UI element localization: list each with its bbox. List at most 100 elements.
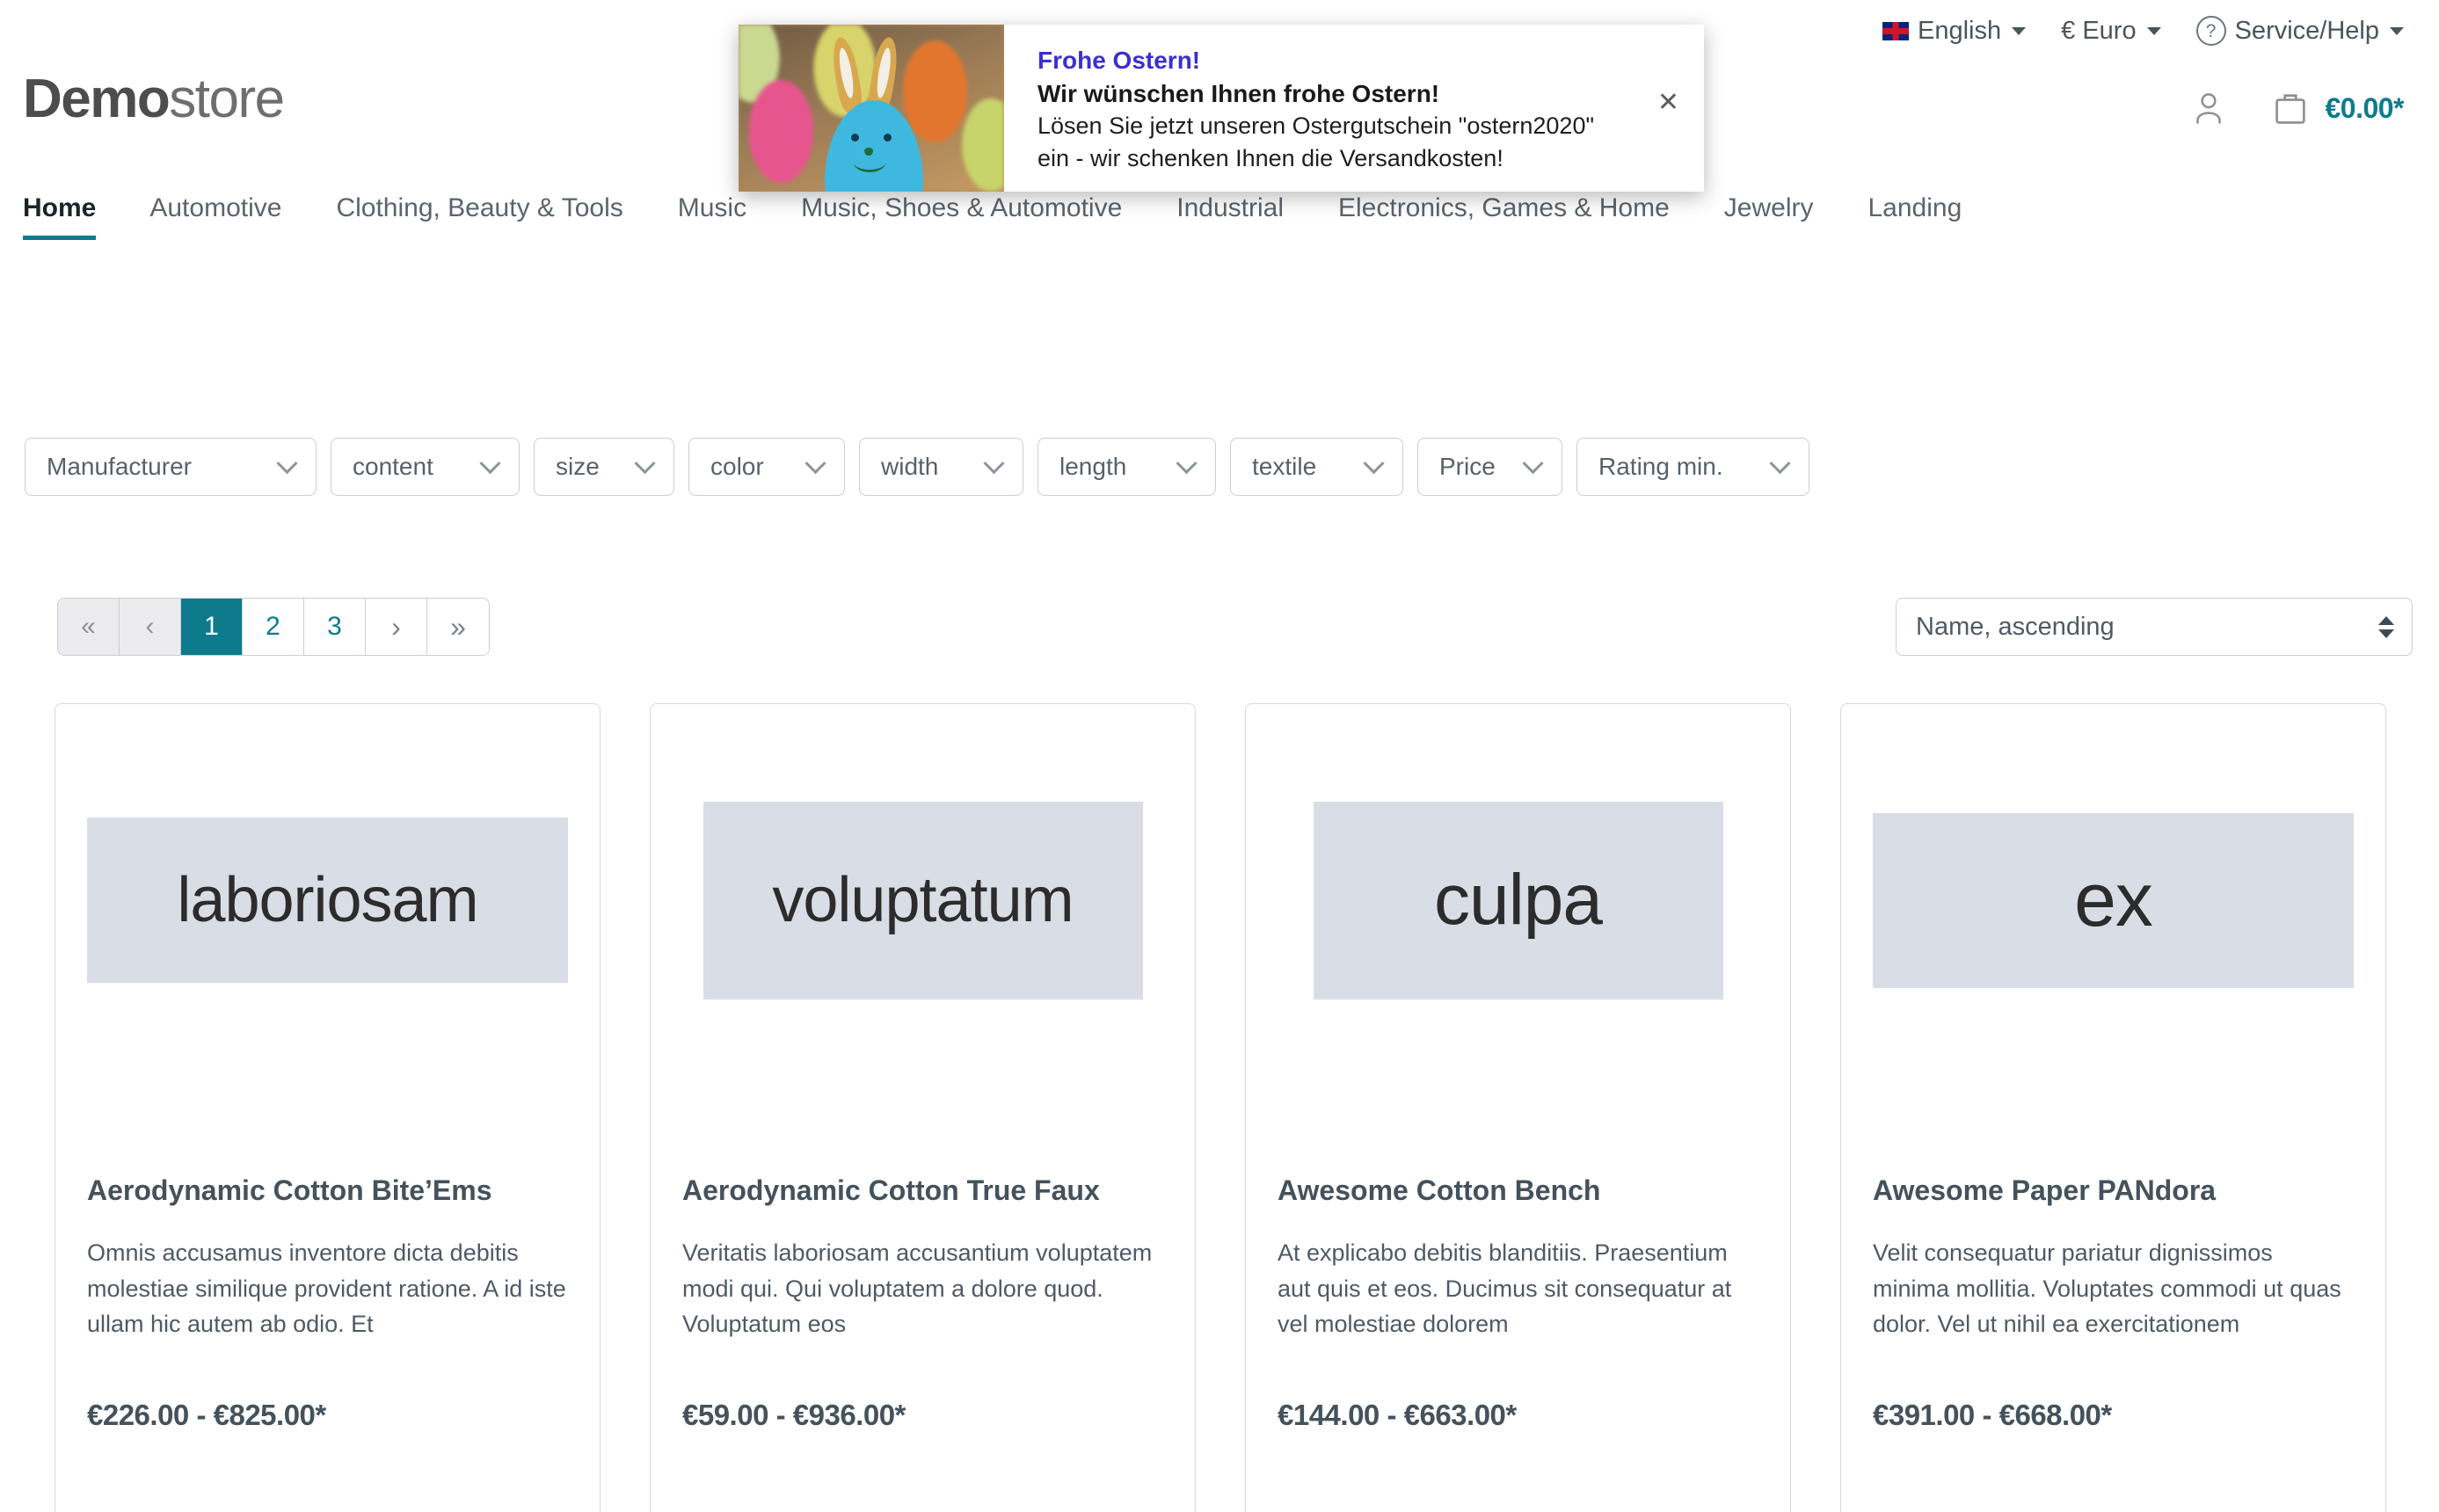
product-title[interactable]: Awesome Cotton Bench — [1278, 1174, 1758, 1207]
sort-updown-icon — [2378, 615, 2394, 638]
image-placeholder: voluptatum — [703, 801, 1143, 1000]
sort-select[interactable]: Name, ascending — [1896, 598, 2413, 656]
nav-item-electronics-games-home[interactable]: Electronics, Games & Home — [1311, 193, 1697, 224]
page-2[interactable]: 2 — [243, 599, 304, 655]
account-button[interactable] — [2191, 89, 2226, 127]
chevron-down-icon — [983, 452, 1005, 474]
notification-line-2: ein - wir schenken Ihnen die Versandkost… — [1037, 144, 1503, 171]
egg-eye-left — [851, 134, 859, 142]
image-placeholder-text: voluptatum — [772, 865, 1074, 935]
service-help-menu[interactable]: ? Service/Help — [2195, 16, 2404, 46]
uk-flag-icon — [1882, 21, 1910, 40]
image-placeholder-text: ex — [2074, 858, 2153, 942]
easter-bunny-egg-image — [739, 25, 1004, 192]
product-price: €391.00 - €668.00* — [1873, 1398, 2112, 1431]
pagination: «‹ 1 2 3 ›» — [57, 598, 490, 656]
nav-item-music-shoes-automotive[interactable]: Music, Shoes & Automotive — [774, 193, 1149, 224]
product-image[interactable]: culpa — [1278, 738, 1758, 1063]
header-actions: €0.00* — [2191, 88, 2404, 128]
main-navigation: Home Automotive Clothing, Beauty & Tools Mu… — [0, 193, 2439, 251]
egg-mouth — [854, 153, 885, 172]
page-3[interactable]: 3 — [304, 599, 366, 655]
notification-body: Frohe Ostern! Wir wünschen Ihnen frohe O… — [1004, 25, 1704, 192]
product-price: €226.00 - €825.00* — [87, 1398, 326, 1431]
chevron-down-icon — [1363, 452, 1385, 474]
nav-item-automotive[interactable]: Automotive — [122, 193, 309, 224]
cart-total: €0.00* — [2325, 91, 2404, 124]
image-placeholder-text: laboriosam — [177, 865, 478, 935]
logo-light: store — [169, 69, 285, 129]
filter-label: textile — [1252, 453, 1317, 480]
filter-label: size — [556, 453, 600, 480]
product-image[interactable]: laboriosam — [87, 738, 568, 1063]
nav-item-home[interactable]: Home — [23, 193, 122, 239]
language-selector[interactable]: English — [1882, 16, 2027, 45]
chevron-down-icon — [634, 452, 656, 474]
product-card[interactable]: laboriosam Aerodynamic Cotton Bite’Ems Omn… — [55, 703, 601, 1512]
filter-label: Rating min. — [1598, 453, 1723, 480]
filter-size[interactable]: size — [534, 438, 674, 496]
notification-subtitle: Wir wünschen Ihnen frohe Ostern! — [1037, 79, 1440, 107]
product-grid: laboriosam Aerodynamic Cotton Bite’Ems Omn… — [55, 703, 2386, 1512]
chevron-down-icon — [1769, 452, 1791, 474]
image-placeholder: laboriosam — [87, 818, 568, 983]
product-image[interactable]: voluptatum — [682, 738, 1163, 1063]
filter-length[interactable]: length — [1037, 438, 1216, 496]
filter-manufacturer[interactable]: Manufacturer — [25, 438, 317, 496]
chevron-down-icon — [805, 452, 826, 474]
nav-item-industrial[interactable]: Industrial — [1149, 193, 1311, 224]
filter-width[interactable]: width — [859, 438, 1023, 496]
notification-line-1: Lösen Sie jetzt unseren Ostergutschein "… — [1037, 113, 1595, 140]
product-card[interactable]: culpa Awesome Cotton Bench At explicabo de… — [1245, 703, 1791, 1512]
nav-item-landing[interactable]: Landing — [1841, 193, 1990, 224]
close-icon[interactable]: ✕ — [1657, 90, 1679, 116]
image-placeholder: culpa — [1313, 801, 1723, 1000]
egg-eye-right — [884, 134, 892, 142]
notification-text: Frohe Ostern! Wir wünschen Ihnen frohe O… — [1037, 44, 1642, 174]
product-description: At explicabo debitis blanditiis. Praesen… — [1278, 1239, 1732, 1338]
last-page[interactable]: » — [427, 599, 489, 655]
nav-item-music[interactable]: Music — [651, 193, 774, 224]
product-description: Velit consequatur pariatur dignissimos m… — [1873, 1239, 2341, 1338]
language-label: English — [1918, 16, 2002, 45]
product-description: Veritatis laboriosam accusantium volupta… — [682, 1239, 1153, 1338]
filter-label: length — [1059, 453, 1127, 480]
next-page[interactable]: › — [366, 599, 427, 655]
product-image[interactable]: ex — [1873, 738, 2354, 1063]
product-price: €59.00 - €936.00* — [682, 1398, 906, 1431]
filter-price[interactable]: Price — [1417, 438, 1562, 496]
filter-label: width — [881, 453, 939, 480]
user-icon — [2196, 93, 2222, 124]
product-description: Omnis accusamus inventore dicta debitis … — [87, 1239, 566, 1338]
chevron-down-icon — [1176, 452, 1198, 474]
nav-item-clothing-beauty-tools[interactable]: Clothing, Beauty & Tools — [309, 193, 650, 224]
filter-content[interactable]: content — [331, 438, 520, 496]
image-placeholder: ex — [1873, 812, 2354, 988]
filter-bar: Manufacturer content size color width length t… — [25, 438, 1809, 496]
cart-button[interactable]: €0.00* — [2272, 88, 2404, 128]
filter-rating-min[interactable]: Rating min. — [1576, 438, 1809, 496]
page-1[interactable]: 1 — [181, 599, 243, 655]
product-title[interactable]: Awesome Paper PANdora — [1873, 1174, 2354, 1207]
prev-page: ‹ — [120, 599, 181, 655]
product-card[interactable]: ex Awesome Paper PANdora Velit consequatur… — [1840, 703, 2386, 1512]
nav-item-jewelry[interactable]: Jewelry — [1697, 193, 1841, 224]
filter-textile[interactable]: textile — [1230, 438, 1403, 496]
chevron-down-icon — [276, 452, 298, 474]
product-card[interactable]: voluptatum Aerodynamic Cotton True Faux Ve… — [650, 703, 1196, 1512]
filter-color[interactable]: color — [688, 438, 845, 496]
shopping-bag-icon — [2275, 94, 2306, 124]
currency-selector[interactable]: € Euro — [2061, 18, 2161, 44]
filter-label: Manufacturer — [47, 453, 192, 480]
service-help-label: Service/Help — [2234, 16, 2379, 45]
product-title[interactable]: Aerodynamic Cotton Bite’Ems — [87, 1174, 568, 1207]
help-glyph: ? — [2205, 20, 2217, 41]
sort-value: Name, ascending — [1916, 612, 2115, 641]
chevron-down-icon — [2146, 26, 2161, 35]
product-price: €144.00 - €663.00* — [1278, 1398, 1517, 1431]
product-title[interactable]: Aerodynamic Cotton True Faux — [682, 1174, 1163, 1207]
site-logo[interactable]: Demostore — [23, 69, 285, 129]
logo-bold: Demo — [23, 69, 171, 129]
filter-label: content — [353, 453, 433, 480]
easter-notification-banner[interactable]: Frohe Ostern! Wir wünschen Ihnen frohe O… — [739, 25, 1704, 192]
